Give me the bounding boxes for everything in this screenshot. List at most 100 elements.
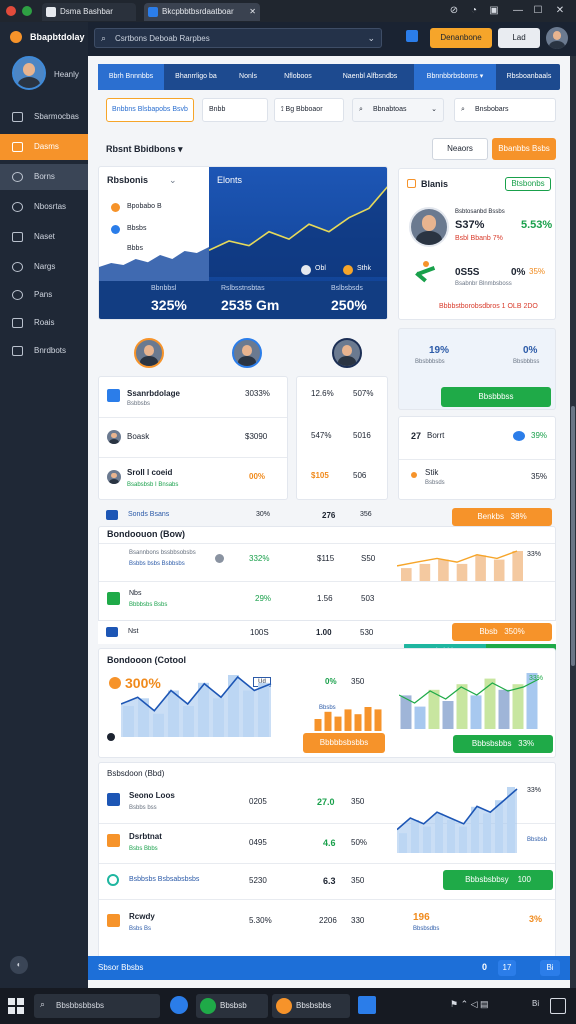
app-icon (276, 998, 292, 1014)
search-icon: ⌕ (461, 106, 465, 113)
avatar-1[interactable] (134, 338, 164, 368)
tab-5[interactable]: Naenbl Alfbsndbs (328, 64, 412, 90)
strip-2[interactable]: Nst 100S 1.00 530 Bbsb 350% (98, 620, 556, 644)
search-box[interactable]: ⌕ Csrtbons Deboab Rarpbes ⌄ (94, 28, 382, 48)
table-row[interactable]: Ssanrbdolage Bsbbsbs 3033% (99, 377, 287, 415)
close-dot-icon[interactable] (6, 6, 16, 16)
edge-icon[interactable] (170, 996, 188, 1014)
minimize-button[interactable]: — (510, 3, 526, 19)
tab-4[interactable]: Nfloboos (270, 64, 326, 90)
tab-2[interactable]: Bhanrrligo ba (164, 64, 228, 90)
notification-icon[interactable] (406, 30, 418, 42)
ghost-button[interactable]: Neaors (432, 138, 488, 160)
tab-close-icon[interactable]: ✕ (249, 3, 256, 21)
footer-n3[interactable]: Bi (540, 960, 560, 976)
table-row[interactable]: Bsbbsbs Bsbsabsbsbs 5230 6.3 350 Bbbsbsb… (99, 863, 555, 897)
filter-4[interactable]: ⌕ Bbnabtoas ⌄ (352, 98, 444, 122)
taskbar-search[interactable]: ⌕ Bbsbbsbbsbs (34, 994, 160, 1018)
tab-3[interactable]: Nonls (228, 64, 268, 90)
sidebar-item-bnrdbots[interactable]: Bnrdbots (0, 338, 88, 364)
tab-7[interactable]: Rbsboanbaals (498, 64, 560, 90)
filter-2[interactable]: Bnbb (202, 98, 268, 122)
account-icon[interactable]: ◔ (466, 3, 482, 19)
sidebar-item-borns[interactable]: Borns (0, 164, 88, 190)
status-badge[interactable]: Btsbonbs (505, 177, 551, 191)
notification-center-icon[interactable] (550, 998, 566, 1014)
row-name: Boask (127, 432, 150, 441)
upgrade-button[interactable]: Denanbone (430, 28, 492, 48)
last-sub: Bbsbsdbs (413, 926, 440, 932)
strip-button-value: 350% (504, 627, 525, 636)
tab-1[interactable]: Bbrh Bnnnbbs (98, 64, 164, 90)
filter-5[interactable]: ⌕ Bnsbobars (454, 98, 556, 122)
sec3-right-bar-chart (399, 673, 539, 729)
table-row[interactable]: Sroll l coeid Bsabsbsb I Bnsabs 00% (99, 457, 287, 495)
value-1: S37% (455, 219, 485, 231)
table-row[interactable]: Stik Bsbsds 35% (399, 459, 555, 497)
top-avatar[interactable] (546, 27, 568, 49)
tab-6[interactable]: Bbnnbbrbsboms ▾ (414, 64, 496, 90)
sidebar-item-dasms[interactable]: Dasms (0, 134, 88, 160)
bar (498, 689, 510, 729)
avatar-2[interactable] (232, 338, 262, 368)
browser-tab-1[interactable]: Dsma Bashbar Grabade (42, 3, 136, 34)
sidebar-item-roais[interactable]: Roais (0, 310, 88, 336)
bars-button[interactable]: Bbbbbsbsbbs (303, 733, 385, 753)
filter-1[interactable]: Bnbbns Blsbapobs Bsvb (106, 98, 194, 122)
column (123, 706, 134, 737)
taskbar-app-label: Bbsbsb (220, 1001, 247, 1010)
taskbar-app-2[interactable]: Bbsbsbbs (272, 994, 350, 1018)
bar (428, 689, 440, 729)
folder-icon[interactable] (358, 996, 376, 1014)
avatar-3[interactable] (332, 338, 362, 368)
collapse-icon[interactable]: ◐ (10, 956, 28, 974)
scrollbar-thumb[interactable] (571, 406, 575, 666)
taskbar-search-input[interactable]: Bbsbbsbbsbs (56, 1001, 104, 1010)
row-c1: 332% (249, 554, 270, 563)
sidebar-item-nbosrtas[interactable]: Nbosrtas (0, 194, 88, 220)
sync-icon[interactable]: ⊘ (446, 3, 462, 19)
section-title[interactable]: Rbsnt Bbidbons ▾ (106, 144, 183, 155)
user-avatar[interactable] (12, 56, 46, 90)
doc-icon (107, 592, 120, 605)
strip-button[interactable]: Benkbs 38% (452, 508, 552, 526)
filter-3[interactable]: ⟟ Bg Bbboaor (274, 98, 344, 122)
user-chip[interactable]: Lad (498, 28, 540, 48)
strip-1[interactable]: Sonds Bsans 30% 276 356 Benkbs 38% (98, 508, 556, 526)
column (258, 682, 269, 737)
mini-area (99, 247, 209, 281)
row-button[interactable]: Bbbsbsbbsy 100 (443, 870, 553, 890)
orange-button[interactable]: Bbanbbs Bsbs (492, 138, 556, 160)
table-row[interactable]: Rcwdy Bsbs Bs 5.30% 2206 330 196 Bbsbsdb… (99, 899, 555, 943)
column (399, 833, 407, 853)
scrollbar[interactable] (570, 56, 576, 988)
start-icon[interactable] (8, 998, 24, 1014)
table-row[interactable]: Boask $3090 (99, 417, 287, 455)
right-button[interactable]: Bbbsbsbbs 33% (453, 735, 553, 753)
person-icon (107, 430, 121, 444)
section-4-card: Bsbsdoon (Bbd) Seono Loos Bsbbs bss 0205… (98, 762, 556, 958)
sidebar-item-pans[interactable]: Pans (0, 282, 88, 308)
chevron-down-icon[interactable]: ⌄ (169, 175, 177, 186)
bar (456, 563, 468, 581)
sidebar-item-naset[interactable]: Naset (0, 224, 88, 250)
browser-tab-2[interactable]: Bkcpbbtbsrdaatboar ✕ (144, 3, 260, 21)
maximize-button[interactable]: ☐ (530, 3, 546, 19)
table-row[interactable]: Nbs Bbbbsbs Bsbs 29% 1.56 503 (99, 581, 555, 619)
card-icon (106, 510, 118, 520)
taskbar-app-1[interactable]: Bbsbsb (196, 994, 268, 1018)
strip-button[interactable]: Bbsb 350% (452, 623, 552, 641)
pin-icon (12, 202, 23, 212)
ratio-2-sub: Bbsbbbss (513, 359, 540, 365)
camera-icon[interactable]: ▣ (486, 3, 502, 19)
close-button[interactable]: ✕ (552, 3, 568, 19)
sidebar-item-home[interactable]: Sbarmocbas (0, 104, 88, 130)
tray-icons[interactable]: ⚑ ⌃ ◁ ▤ (450, 999, 489, 1010)
sidebar-item-nargs[interactable]: Nargs (0, 254, 88, 280)
search-input[interactable]: Csrtbons Deboab Rarpbes (115, 34, 210, 43)
minimize-dot-icon[interactable] (22, 6, 32, 16)
column (213, 698, 224, 737)
green-action-button[interactable]: Bbsbbbss (441, 387, 551, 407)
footer-n2[interactable]: 17 (498, 960, 516, 976)
ratio-1: 19% (429, 345, 450, 356)
